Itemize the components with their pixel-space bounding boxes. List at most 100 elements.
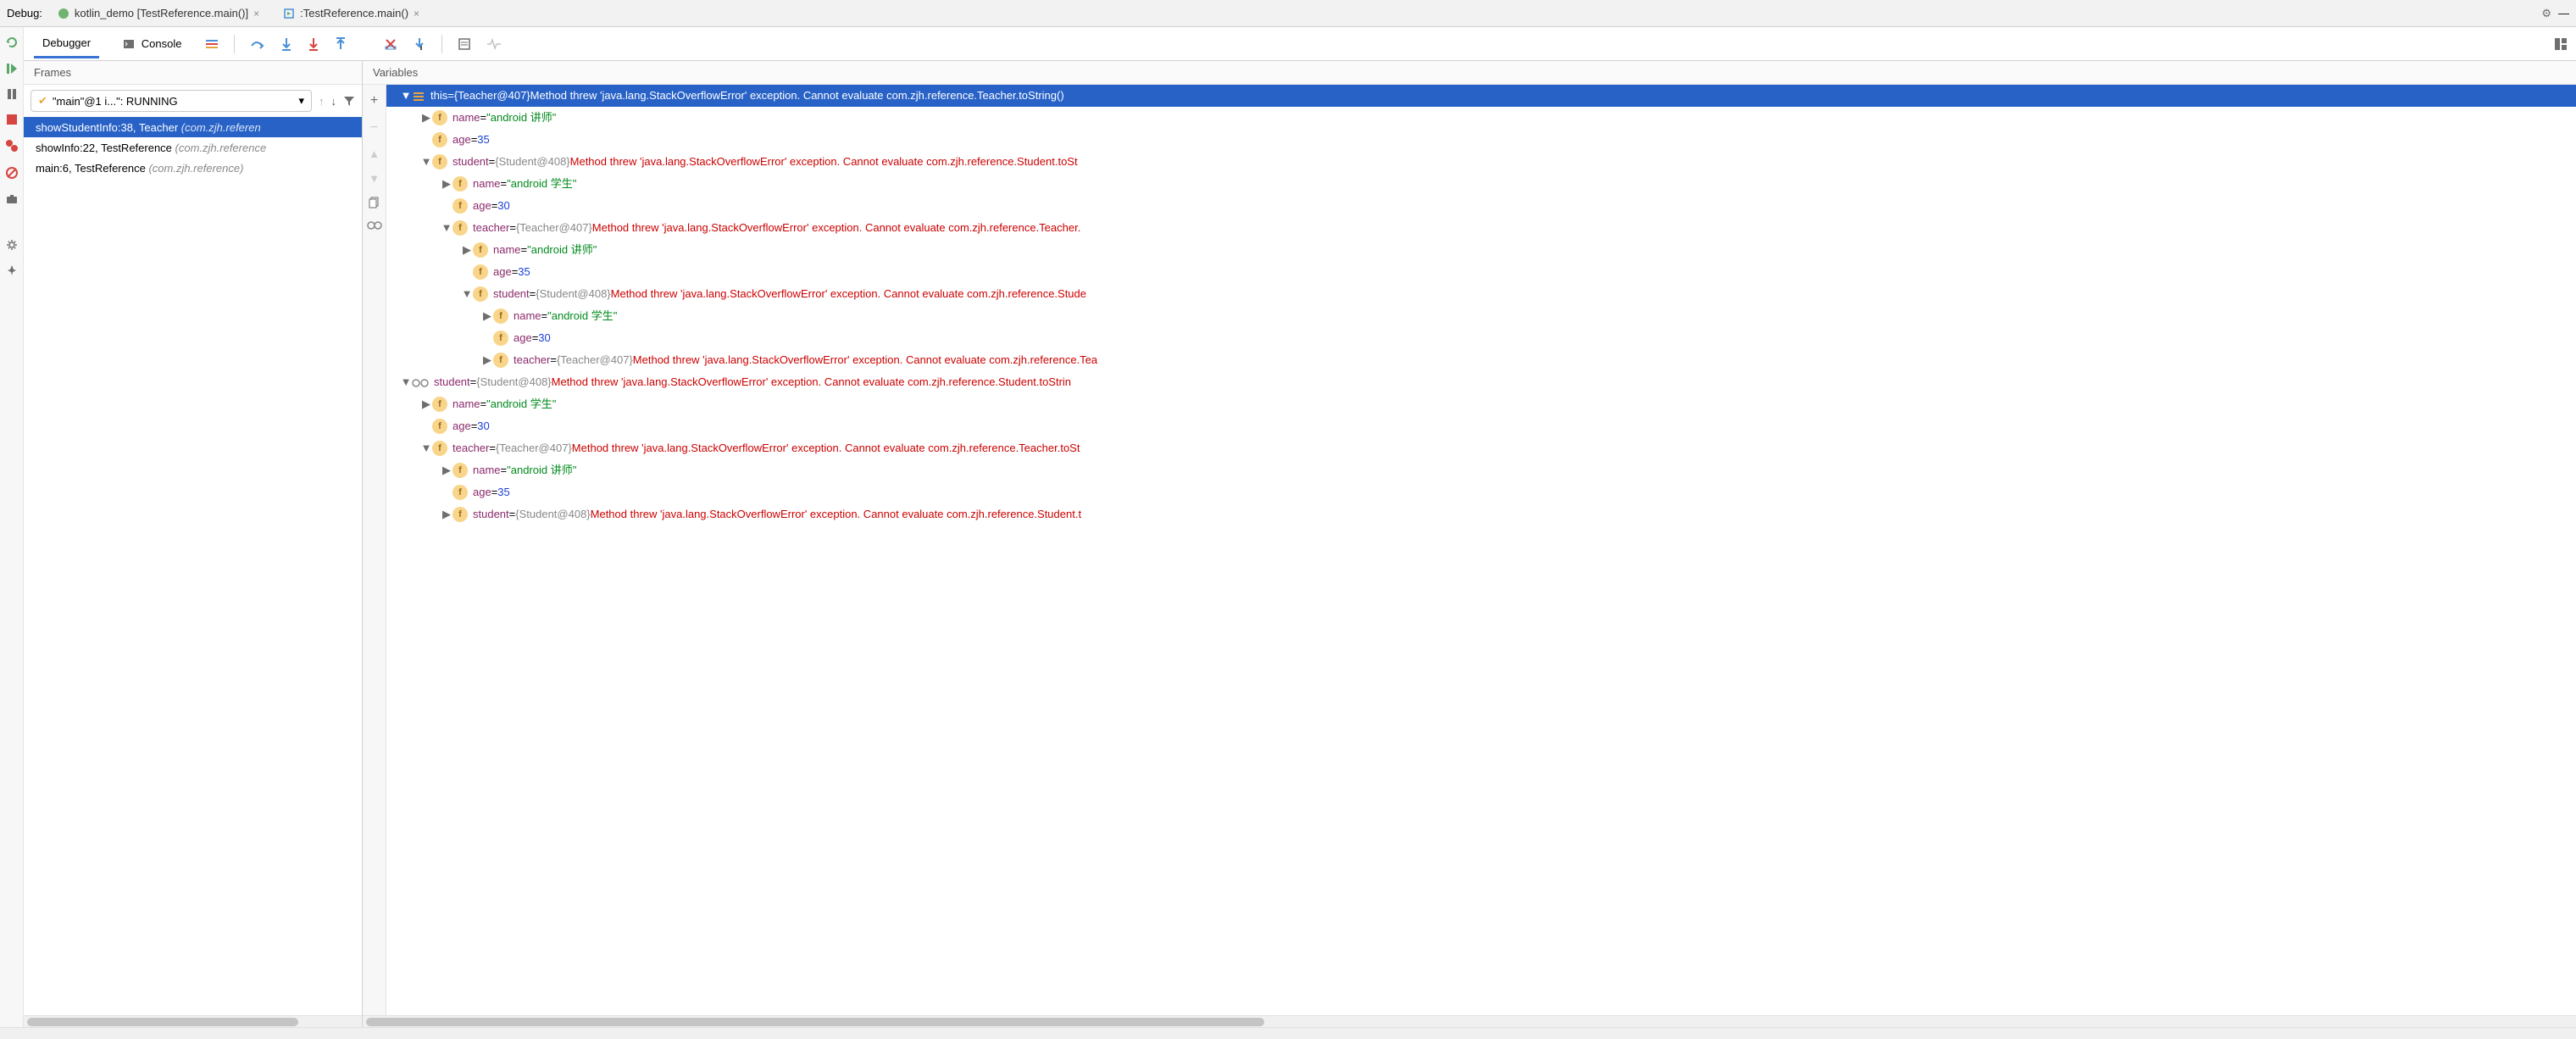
expand-arrow-icon[interactable]: ▶ <box>461 239 473 261</box>
expand-arrow-icon[interactable]: ▶ <box>441 503 452 525</box>
debug-tabs-row: Debug: kotlin_demo [TestReference.main()… <box>0 0 2576 27</box>
variables-tree[interactable]: ▼this = {Teacher@407} Method threw 'java… <box>386 85 2576 1015</box>
expand-arrow-icon[interactable]: ▼ <box>420 151 432 173</box>
settings-gear-icon[interactable] <box>6 239 18 251</box>
process-label: :TestReference.main() <box>300 7 408 19</box>
field-icon: f <box>473 264 488 280</box>
add-watch-icon[interactable]: + <box>370 93 378 108</box>
pin-icon[interactable] <box>6 264 18 276</box>
expand-arrow-icon[interactable]: ▶ <box>420 107 432 129</box>
up-icon[interactable]: ▲ <box>369 147 380 160</box>
var-node[interactable]: ▶fname = "android 讲师" <box>386 107 2576 129</box>
frame-item[interactable]: main:6, TestReference (com.zjh.reference… <box>24 158 362 178</box>
process-icon <box>283 8 295 19</box>
var-node[interactable]: fage = 35 <box>386 481 2576 503</box>
var-node[interactable]: ▼fstudent = {Student@408} Method threw '… <box>386 151 2576 173</box>
variables-gutter: + − ▲ ▼ <box>363 85 386 1015</box>
step-into-icon[interactable] <box>280 37 292 51</box>
this-icon <box>412 85 430 107</box>
var-node[interactable]: fage = 35 <box>386 129 2576 151</box>
var-node[interactable]: ▼this = {Teacher@407} Method threw 'java… <box>386 85 2576 107</box>
var-node[interactable]: ▼fteacher = {Teacher@407} Method threw '… <box>386 437 2576 459</box>
var-node[interactable]: ▶fname = "android 讲师" <box>386 459 2576 481</box>
field-icon: f <box>452 507 468 522</box>
rerun-icon[interactable] <box>5 36 19 49</box>
debugger-tab[interactable]: Debugger <box>34 30 99 58</box>
breakpoints-icon[interactable] <box>5 139 19 153</box>
close-icon[interactable]: × <box>253 8 259 19</box>
minimize-icon[interactable]: — <box>2558 7 2569 19</box>
run-to-cursor-icon[interactable] <box>413 37 426 51</box>
down-icon[interactable]: ▼ <box>369 172 380 185</box>
var-node[interactable]: fage = 30 <box>386 415 2576 437</box>
expand-arrow-icon[interactable]: ▶ <box>481 305 493 327</box>
force-step-into-icon[interactable] <box>308 37 319 51</box>
var-node[interactable]: ▶fname = "android 学生" <box>386 393 2576 415</box>
expand-arrow-icon[interactable]: ▼ <box>420 437 432 459</box>
layout-icon[interactable] <box>2554 37 2568 51</box>
var-node[interactable]: fage = 35 <box>386 261 2576 283</box>
expand-arrow-icon[interactable]: ▼ <box>441 217 452 239</box>
var-node[interactable]: ▼fstudent = {Student@408} Method threw '… <box>386 283 2576 305</box>
chevron-down-icon: ▾ <box>298 94 304 108</box>
expand-arrow-icon[interactable]: ▼ <box>400 371 412 393</box>
trace-icon[interactable] <box>486 38 502 50</box>
glasses-icon[interactable] <box>367 220 382 231</box>
expand-arrow-icon[interactable]: ▶ <box>441 173 452 195</box>
process-tab[interactable]: :TestReference.main() × <box>275 3 428 23</box>
console-tab[interactable]: Console <box>114 31 190 58</box>
field-icon: f <box>473 242 488 258</box>
var-node[interactable]: ▶fname = "android 讲师" <box>386 239 2576 261</box>
step-over-icon[interactable] <box>250 37 265 51</box>
check-icon: ✔ <box>38 94 47 108</box>
field-icon: f <box>432 397 447 412</box>
run-config-label: kotlin_demo [TestReference.main()] <box>75 7 248 19</box>
expand-arrow-icon[interactable]: ▼ <box>400 85 412 107</box>
threads-icon[interactable] <box>205 38 219 50</box>
expand-arrow-icon[interactable]: ▼ <box>461 283 473 305</box>
var-node[interactable]: fage = 30 <box>386 327 2576 349</box>
frame-item[interactable]: showStudentInfo:38, Teacher (com.zjh.ref… <box>24 117 362 137</box>
close-icon[interactable]: × <box>414 8 419 19</box>
evaluate-icon[interactable] <box>458 37 471 51</box>
var-node[interactable]: fage = 30 <box>386 195 2576 217</box>
step-out-icon[interactable] <box>335 37 347 51</box>
var-node[interactable]: ▶fname = "android 学生" <box>386 305 2576 327</box>
expand-arrow-icon[interactable]: ▶ <box>420 393 432 415</box>
kotlin-icon <box>58 8 69 19</box>
expand-arrow-icon[interactable]: ▶ <box>441 459 452 481</box>
var-node[interactable]: ▶fstudent = {Student@408} Method threw '… <box>386 503 2576 525</box>
settings-icon[interactable]: ⚙ <box>2541 7 2551 20</box>
variables-scrollbar[interactable] <box>363 1015 2576 1027</box>
thread-selector[interactable]: ✔ "main"@1 i...": RUNNING ▾ <box>31 90 312 112</box>
console-icon <box>123 38 135 50</box>
var-node[interactable]: ▼fteacher = {Teacher@407} Method threw '… <box>386 217 2576 239</box>
run-config-tab[interactable]: kotlin_demo [TestReference.main()] × <box>49 3 268 23</box>
field-icon: f <box>452 198 468 214</box>
copy-icon[interactable] <box>369 197 380 208</box>
field-icon: f <box>493 308 508 324</box>
pause-icon[interactable] <box>6 88 18 100</box>
frame-list[interactable]: showStudentInfo:38, Teacher (com.zjh.ref… <box>24 117 362 1015</box>
filter-icon[interactable] <box>343 95 355 107</box>
var-node[interactable]: ▶fteacher = {Teacher@407} Method threw '… <box>386 349 2576 371</box>
debug-label: Debug: <box>7 7 42 19</box>
frames-scrollbar[interactable] <box>24 1015 362 1027</box>
next-frame-icon[interactable]: ↓ <box>331 95 337 108</box>
expand-arrow-icon[interactable]: ▶ <box>481 349 493 371</box>
field-icon: f <box>473 286 488 302</box>
remove-watch-icon[interactable]: − <box>370 120 378 136</box>
frame-item[interactable]: showInfo:22, TestReference (com.zjh.refe… <box>24 137 362 158</box>
variables-header: Variables <box>363 61 2576 85</box>
drop-frame-icon[interactable] <box>384 37 397 51</box>
var-node[interactable]: ▶fname = "android 学生" <box>386 173 2576 195</box>
variables-panel: Variables + − ▲ ▼ ▼this = {Teacher@407} … <box>363 61 2576 1027</box>
var-node[interactable]: ▼student = {Student@408} Method threw 'j… <box>386 371 2576 393</box>
camera-icon[interactable] <box>6 193 18 205</box>
mute-breakpoints-icon[interactable] <box>5 166 19 180</box>
frames-panel: Frames ✔ "main"@1 i...": RUNNING ▾ ↑ ↓ s… <box>24 61 363 1027</box>
resume-icon[interactable] <box>6 63 18 75</box>
debug-action-gutter <box>0 27 24 1027</box>
stop-icon[interactable] <box>6 114 18 125</box>
prev-frame-icon[interactable]: ↑ <box>319 95 325 108</box>
